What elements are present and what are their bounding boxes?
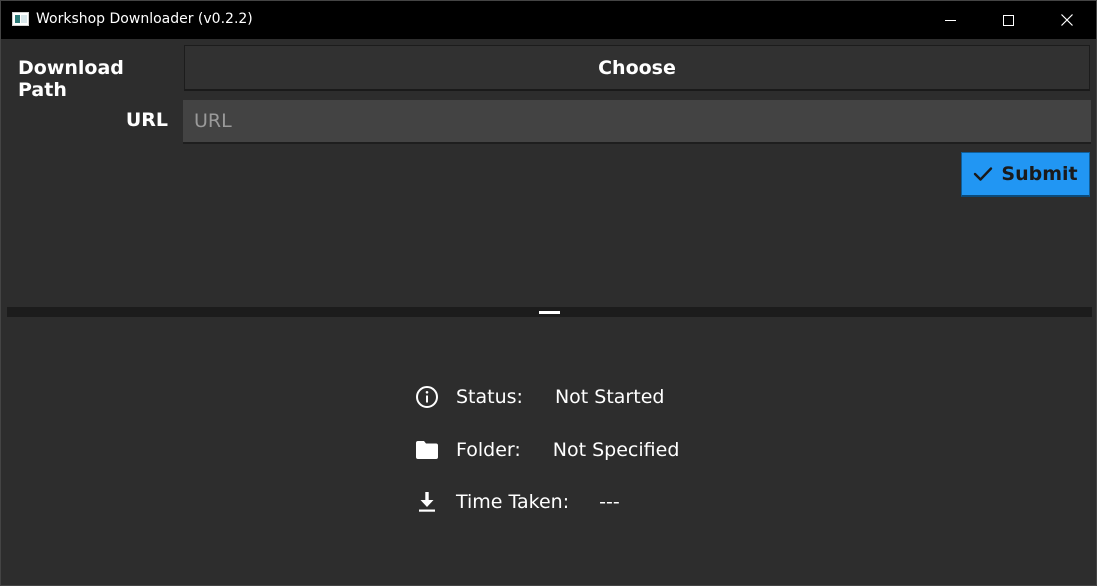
close-button[interactable] xyxy=(1038,1,1096,39)
url-label: URL xyxy=(125,109,168,131)
time-taken-key: Time Taken: xyxy=(456,491,570,513)
url-input[interactable] xyxy=(183,100,1091,144)
submit-button-label: Submit xyxy=(1001,163,1078,185)
minimize-icon xyxy=(944,19,956,21)
maximize-button[interactable] xyxy=(979,1,1037,39)
time-taken-value: --- xyxy=(599,491,620,513)
checkmark-icon xyxy=(974,167,993,181)
splitter-handle[interactable] xyxy=(539,311,560,314)
panel-splitter[interactable] xyxy=(7,307,1092,317)
choose-path-button[interactable]: Choose xyxy=(184,45,1090,91)
folder-icon xyxy=(414,437,440,463)
window-title: Workshop Downloader (v0.2.2) xyxy=(36,11,253,27)
info-circle-icon xyxy=(414,384,440,410)
download-path-label: Download Path xyxy=(18,57,124,101)
submit-button[interactable]: Submit xyxy=(961,152,1090,197)
app-window: Workshop Downloader (v0.2.2) Download Pa… xyxy=(0,0,1097,586)
status-row: Status: Not Started xyxy=(414,382,664,412)
status-value: Not Started xyxy=(554,386,665,408)
folder-value: Not Specified xyxy=(552,439,680,461)
time-taken-row: Time Taken: --- xyxy=(414,487,620,517)
close-icon xyxy=(1061,14,1073,26)
choose-button-label: Choose xyxy=(598,56,676,79)
title-bar[interactable]: Workshop Downloader (v0.2.2) xyxy=(1,1,1096,39)
status-key: Status: xyxy=(456,386,523,408)
download-icon xyxy=(414,489,440,515)
app-icon xyxy=(12,12,29,26)
folder-row: Folder: Not Specified xyxy=(414,435,679,465)
minimize-button[interactable] xyxy=(921,1,979,39)
maximize-icon xyxy=(1002,14,1014,26)
folder-key: Folder: xyxy=(456,439,521,461)
